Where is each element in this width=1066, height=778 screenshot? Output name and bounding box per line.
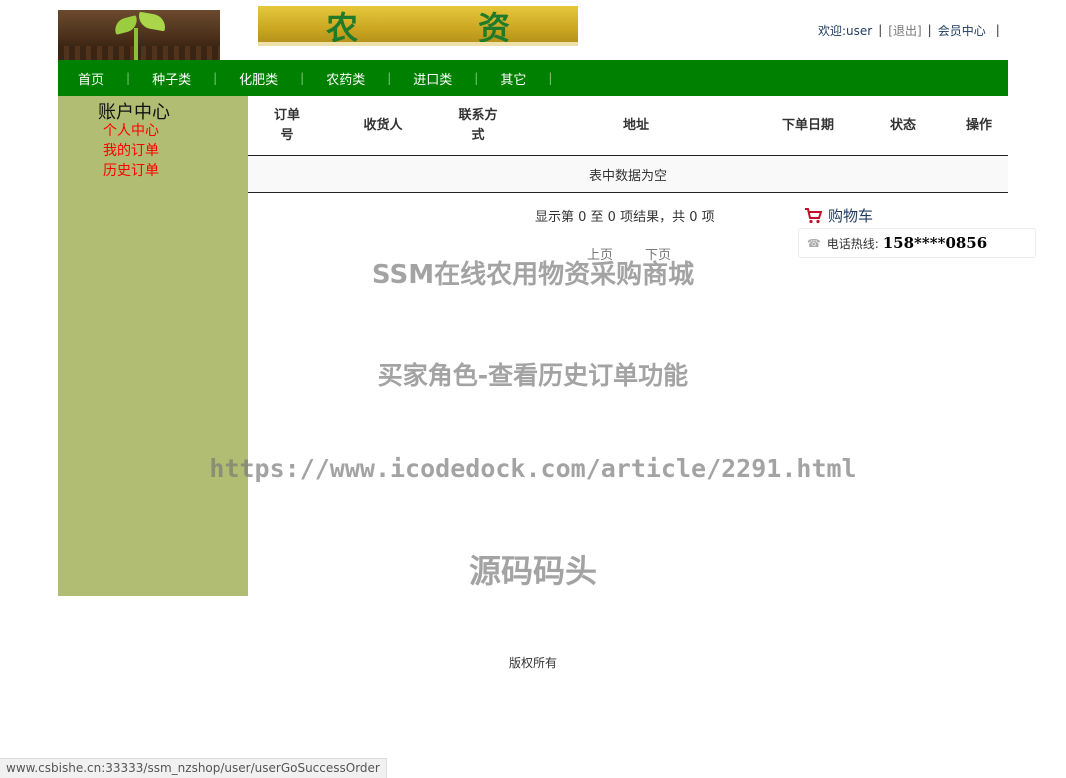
nav-separator: | xyxy=(126,71,131,85)
hotline-number: 158****0856 xyxy=(882,234,988,252)
nav-separator: | xyxy=(474,71,479,85)
table-header: 订单号 收货人 联系方式 地址 下单日期 状态 操作 xyxy=(248,96,1008,156)
nav-separator: | xyxy=(300,71,305,85)
column-header-order-date[interactable]: 下单日期 xyxy=(768,96,848,156)
column-header-actions[interactable]: 操作 xyxy=(956,96,1002,156)
divider: | xyxy=(995,23,1000,37)
column-header-recipient[interactable]: 收货人 xyxy=(348,96,418,156)
hotline-label: 电话热线: xyxy=(826,236,879,251)
status-bar-url: www.csbishe.cn:33333/ssm_nzshop/user/use… xyxy=(0,758,387,778)
banner-strip xyxy=(258,42,578,46)
watermark-url: https://www.icodedock.com/article/2291.h… xyxy=(209,454,857,483)
nav-separator: | xyxy=(387,71,392,85)
account-sidebar: 账户中心 个人中心 我的订单 历史订单 xyxy=(58,96,248,596)
main-nav: 首页 | 种子类 | 化肥类 | 农药类 | 进口类 | 其它 | xyxy=(58,60,1008,96)
cart-link[interactable]: 购物车 xyxy=(804,205,873,226)
column-header-order-no[interactable]: 订单号 xyxy=(270,96,304,156)
sidebar-item-order-history[interactable]: 历史订单 xyxy=(103,160,159,180)
orders-table: 订单号 收货人 联系方式 地址 下单日期 状态 操作 表中数据为空 xyxy=(248,96,1008,193)
soil-graphic xyxy=(58,46,220,60)
site-banner: 农 资 xyxy=(258,6,578,47)
table-empty-row: 表中数据为空 xyxy=(248,156,1008,193)
phone-icon: ☎ xyxy=(807,236,821,250)
sprout-leaf-right xyxy=(136,11,168,32)
sidebar-item-profile[interactable]: 个人中心 xyxy=(103,120,159,140)
table-info: 显示第 0 至 0 项结果，共 0 项 xyxy=(535,210,715,225)
nav-item-pesticide[interactable]: 农药类 xyxy=(326,69,365,88)
nav-item-home[interactable]: 首页 xyxy=(78,69,104,88)
logout-link[interactable]: [退出] xyxy=(888,22,921,39)
nav-item-imported[interactable]: 进口类 xyxy=(413,69,452,88)
nav-item-seeds[interactable]: 种子类 xyxy=(152,69,191,88)
nav-item-fertilizer[interactable]: 化肥类 xyxy=(239,69,278,88)
sidebar-item-my-orders[interactable]: 我的订单 xyxy=(103,140,159,160)
logo-image xyxy=(58,10,220,60)
cart-label: 购物车 xyxy=(828,207,874,225)
welcome-text: 欢迎:user xyxy=(818,23,873,38)
footer-copyright: 版权所有 xyxy=(508,656,557,670)
divider: | xyxy=(927,23,932,37)
column-header-status[interactable]: 状态 xyxy=(878,96,928,156)
cart-icon xyxy=(805,207,822,223)
nav-item-other[interactable]: 其它 xyxy=(500,69,526,88)
column-header-contact[interactable]: 联系方式 xyxy=(458,96,498,156)
watermark-brand: 源码码头 xyxy=(468,552,597,590)
nav-separator: | xyxy=(548,71,553,85)
sprout-stem xyxy=(134,28,138,60)
watermark-subtitle: 买家角色-查看历史订单功能 xyxy=(377,361,689,390)
watermark-title: SSM在线农用物资采购商城 xyxy=(371,260,695,290)
divider: | xyxy=(878,23,883,37)
user-links: 欢迎:user | [退出] | 会员中心 | xyxy=(818,21,1000,39)
column-header-address[interactable]: 地址 xyxy=(598,96,674,156)
member-center-link[interactable]: 会员中心 xyxy=(938,22,986,39)
nav-separator: | xyxy=(213,71,218,85)
banner-text: 农 资 xyxy=(258,6,578,47)
